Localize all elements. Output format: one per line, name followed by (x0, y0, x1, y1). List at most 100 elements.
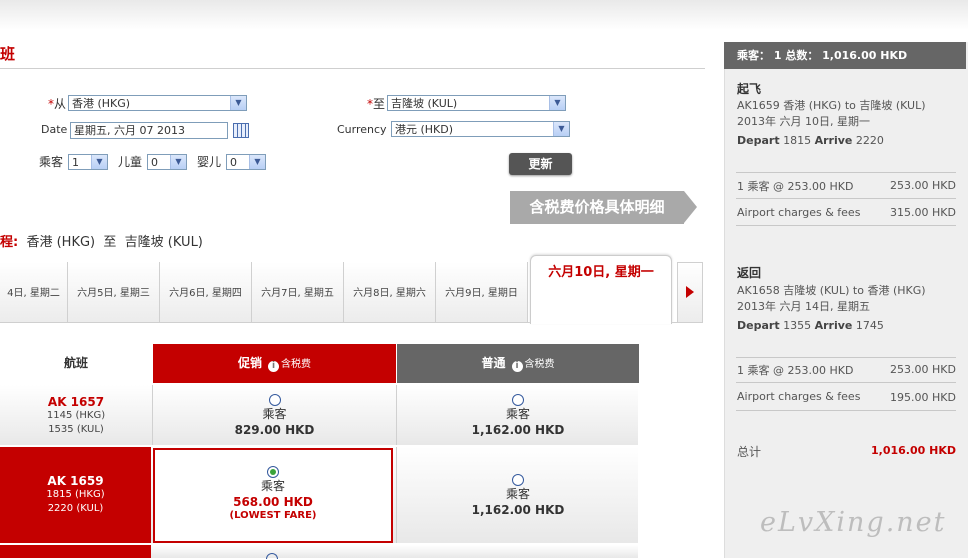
info-icon[interactable]: i (511, 361, 523, 372)
fare-radio[interactable] (512, 474, 524, 486)
chevron-down-icon: ▼ (170, 155, 186, 169)
top-gradient-band (0, 0, 968, 30)
divider (736, 410, 956, 411)
return-flight-line: AK1658 吉隆坡 (KUL) to 香港 (HKG) (737, 284, 926, 297)
arrive-time: 1745 (855, 319, 884, 332)
return-times: Depart 1355 Arrive 1745 (737, 318, 884, 333)
fare-price: 568.00 HKD (233, 495, 313, 509)
infants-select[interactable]: 0 ▼ (226, 154, 266, 170)
fare-price: 1,162.00 HKD (471, 503, 565, 517)
flight-number: AK 1657 (47, 395, 105, 409)
fare-pax-label: 乘客 (505, 407, 530, 421)
outbound-times: Depart 1815 Arrive 2220 (737, 133, 884, 148)
fare-pax-label: 乘客 (262, 407, 287, 421)
from-select-value: 香港 (HKG) (72, 97, 131, 110)
flight-cell-partial (0, 545, 151, 558)
summary-header: 乘客： 1 总数： 1,016.00 HKD (724, 42, 966, 69)
arrive-label: Arrive (814, 134, 853, 147)
outbound-date-line: 2013年 六月 10日, 星期一 (737, 115, 870, 128)
date-tab-active[interactable]: 六月10日, 星期一 (530, 255, 672, 324)
flight-cell: AK 1659 1815 (HKG) 2220 (KUL) (0, 474, 151, 516)
arrow-right-shape (684, 191, 697, 223)
date-tab[interactable]: 六月9日, 星期日 (436, 262, 528, 322)
fare-price: 829.00 HKD (234, 423, 315, 437)
col-header-flight: 航班 (0, 344, 152, 383)
arrow-right-icon (686, 286, 694, 298)
date-tab[interactable]: 六月7日, 星期五 (252, 262, 344, 322)
departure-time: 1815 (HKG) (46, 489, 105, 500)
outbound-title: 起飞 (737, 82, 762, 96)
date-tab[interactable]: 4日, 星期二 (0, 262, 68, 322)
chevron-down-icon: ▼ (249, 155, 265, 169)
divider (736, 357, 956, 358)
tax-note: 含税费 (281, 359, 311, 370)
page-title: 班 (0, 45, 16, 63)
chevron-down-icon: ▼ (549, 96, 565, 110)
children-select[interactable]: 0 ▼ (147, 154, 187, 170)
route-origin: 香港 (HKG) (26, 235, 96, 250)
promo-fare-cell[interactable]: 乘客 568.00 HKD (LOWEST FARE) (153, 466, 393, 521)
adults-select-value: 1 (72, 156, 79, 169)
infants-label: 婴儿 (197, 155, 222, 169)
fare-radio-selected[interactable] (267, 466, 279, 478)
arrival-time: 2220 (KUL) (47, 503, 104, 514)
return-date-line: 2013年 六月 14日, 星期五 (737, 300, 870, 313)
date-tab[interactable]: 六月6日, 星期四 (160, 262, 252, 322)
route-destination: 吉隆坡 (KUL) (124, 235, 203, 250)
regular-fare-cell[interactable]: 乘客 1,162.00 HKD (397, 474, 639, 518)
children-select-value: 0 (151, 156, 158, 169)
fare-detail-button-label: 含税费价格具体明细 (529, 198, 665, 216)
currency-label: Currency (337, 123, 387, 136)
to-label-text: 至 (373, 97, 386, 111)
arrive-label: Arrive (814, 319, 853, 332)
chevron-down-icon: ▼ (91, 155, 107, 169)
date-input[interactable]: 星期五, 六月 07 2013 (70, 122, 228, 139)
update-button[interactable]: 更新 (509, 153, 572, 175)
col-header-promo: 促销 i 含税费 (153, 344, 396, 383)
currency-select-value: 港元 (HKD) (395, 123, 454, 136)
from-select[interactable]: 香港 (HKG) ▼ (68, 95, 247, 111)
infants-select-value: 0 (230, 156, 237, 169)
date-label: Date (41, 123, 68, 136)
col-header-promo-label: 促销 (237, 356, 262, 370)
from-label-text: 从 (54, 97, 67, 111)
route-prefix: 程: (0, 235, 19, 250)
calendar-icon[interactable] (233, 123, 249, 138)
to-select[interactable]: 吉隆坡 (KUL) ▼ (387, 95, 566, 111)
departure-time: 1145 (HKG) (46, 410, 106, 421)
fare-radio[interactable] (268, 394, 281, 406)
fare-pax-label: 乘客 (505, 487, 530, 501)
chevron-down-icon: ▼ (553, 122, 569, 136)
date-tab[interactable]: 六月8日, 星期六 (344, 262, 436, 322)
total-amount: 1,016.00 HKD (871, 444, 956, 457)
info-icon[interactable]: i (268, 361, 279, 372)
divider (736, 382, 956, 383)
depart-label: Depart (737, 134, 780, 147)
total-label: 总计 (737, 445, 762, 459)
outbound-charges-amount: 315.00 HKD (890, 206, 956, 219)
depart-time: 1355 (783, 319, 812, 332)
title-divider (0, 68, 705, 69)
adults-select[interactable]: 1 ▼ (68, 154, 108, 170)
fare-detail-button[interactable]: 含税费价格具体明细 (510, 191, 697, 224)
fare-pax-label: 乘客 (260, 479, 285, 493)
arrive-time: 2220 (855, 134, 884, 147)
children-label: 儿童 (118, 155, 143, 169)
to-label: *至 (367, 95, 385, 112)
date-tab[interactable]: 六月5日, 星期三 (68, 262, 160, 322)
watermark: eLvXing.net (760, 507, 947, 538)
lowest-fare-badge: (LOWEST FARE) (229, 510, 317, 521)
outbound-flight-line: AK1659 香港 (HKG) to 吉隆坡 (KUL) (737, 99, 926, 112)
flight-cell: AK 1657 1145 (HKG) 1535 (KUL) (0, 395, 152, 437)
currency-select[interactable]: 港元 (HKD) ▼ (391, 121, 570, 137)
promo-fare-cell[interactable]: 乘客 829.00 HKD (153, 394, 396, 438)
fare-radio[interactable] (512, 394, 524, 406)
regular-fare-cell[interactable]: 乘客 1,162.00 HKD (397, 394, 639, 438)
return-charges-amount: 195.00 HKD (890, 391, 956, 404)
next-dates-button[interactable] (677, 262, 703, 323)
from-label: *从 (48, 95, 66, 112)
fare-radio-partial[interactable] (266, 553, 278, 559)
depart-label: Depart (737, 319, 780, 332)
outbound-fare-amount: 253.00 HKD (890, 179, 956, 192)
to-select-value: 吉隆坡 (KUL) (391, 97, 458, 110)
